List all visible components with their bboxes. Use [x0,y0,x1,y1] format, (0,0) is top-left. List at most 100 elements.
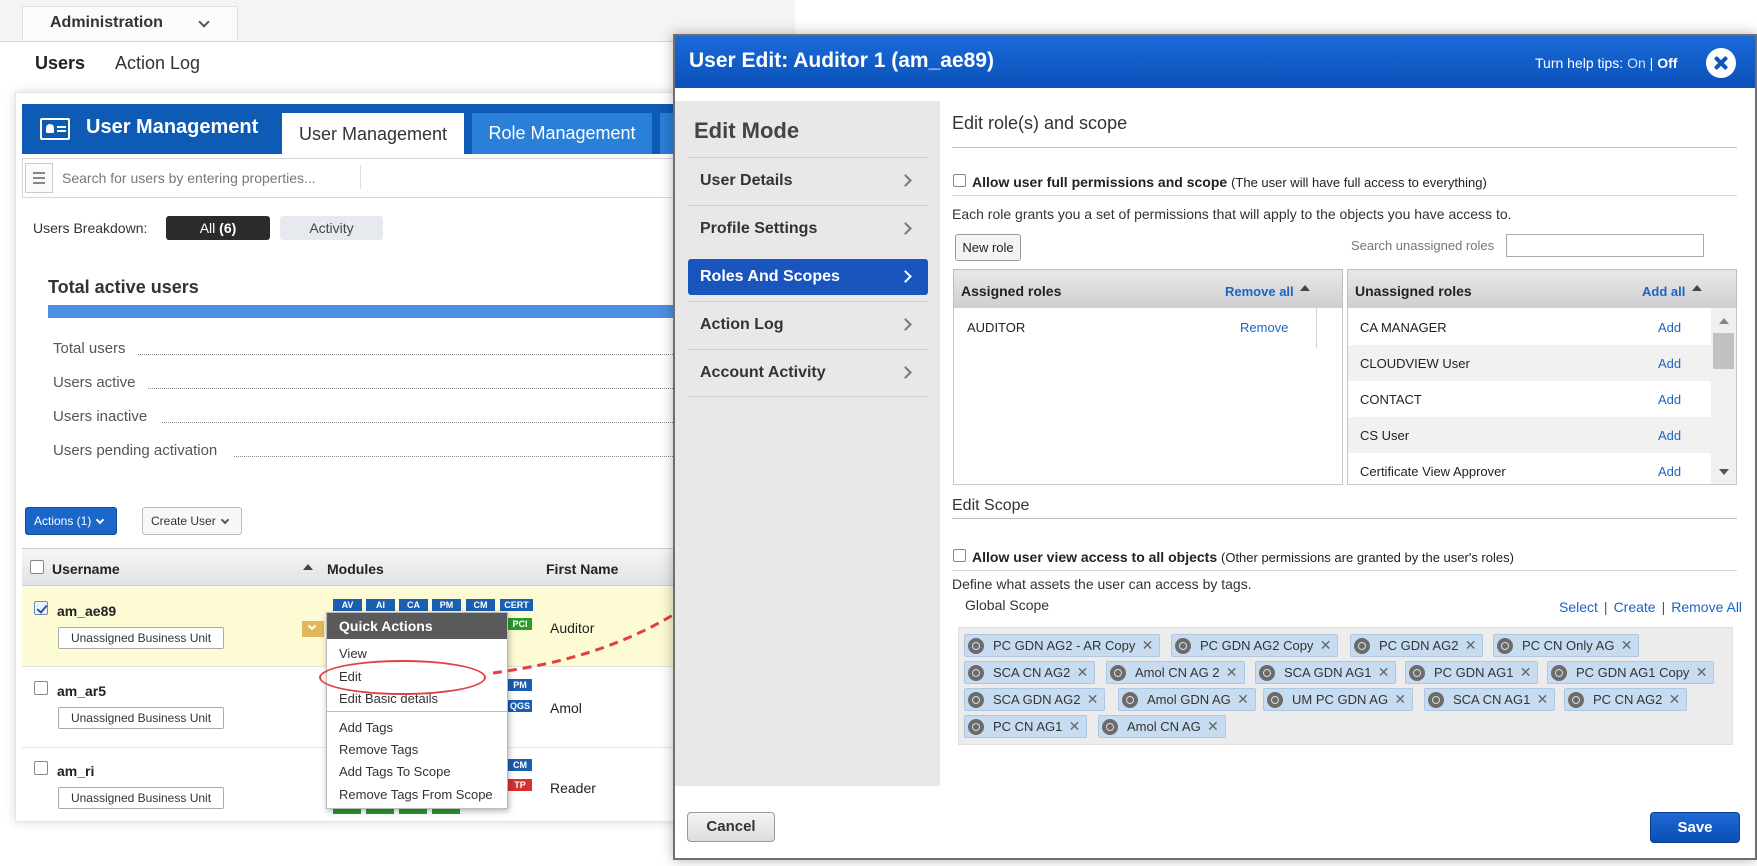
row-checkbox[interactable] [34,761,48,775]
quick-actions-toggle[interactable] [302,621,324,637]
add-role-link[interactable]: Add [1658,392,1681,407]
create-user-button[interactable]: Create User [142,507,242,535]
save-button[interactable]: Save [1650,812,1740,843]
new-role-button[interactable]: New role [955,234,1021,261]
scope-tag[interactable]: SCA GDN AG2 ✕ [964,688,1106,711]
tab-user-management[interactable]: User Management [282,113,464,155]
tag-icon [1497,638,1513,654]
scope-remove-all-link[interactable]: Remove All [1671,599,1742,615]
actions-button[interactable]: Actions (1) [25,507,117,535]
scope-tag[interactable]: PC CN AG2 ✕ [1564,688,1688,711]
scroll-thumb[interactable] [1713,333,1734,369]
add-role-link[interactable]: Add [1658,464,1681,479]
scope-tag[interactable]: PC CN AG1 ✕ [964,715,1088,738]
add-role-link[interactable]: Add [1658,320,1681,335]
view-all-checkbox[interactable] [953,549,966,562]
remove-tag-icon[interactable]: ✕ [1207,716,1219,737]
help-tips-off[interactable]: Off [1657,55,1677,71]
stat-leader [234,456,715,457]
remove-tag-icon[interactable]: ✕ [1696,662,1708,683]
remove-tag-icon[interactable]: ✕ [1077,662,1089,683]
remove-tag-icon[interactable]: ✕ [1465,635,1477,656]
scope-tag[interactable]: PC GDN AG1 Copy ✕ [1547,661,1715,684]
edit-mode-title: Edit Mode [694,118,800,143]
remove-tag-icon[interactable]: ✕ [1621,635,1633,656]
scope-tag[interactable]: PC GDN AG2 - AR Copy ✕ [964,634,1161,657]
menu-item-remove-tags-scope[interactable]: Remove Tags From Scope [339,787,493,802]
sidebar-item-action-log[interactable]: Action Log [688,301,928,349]
remove-tag-icon[interactable]: ✕ [1378,662,1390,683]
row-checkbox[interactable] [34,681,48,695]
view-all-label: Allow user view access to all objects (O… [972,549,1514,565]
section-divider [952,518,1737,519]
section-divider [952,195,1737,196]
col-modules[interactable]: Modules [327,561,384,577]
remove-tag-icon[interactable]: ✕ [1320,635,1332,656]
list-icon[interactable] [25,163,53,193]
cancel-button[interactable]: Cancel [687,812,775,842]
remove-all-roles-link[interactable]: Remove all [1225,284,1294,299]
add-role-link[interactable]: Add [1658,428,1681,443]
remove-tag-icon[interactable]: ✕ [1237,689,1249,710]
scope-tag[interactable]: SCA CN AG2 ✕ [964,661,1096,684]
scroll-up-icon[interactable] [1719,318,1729,324]
tag-icon [968,719,984,735]
sidebar-item-account-activity[interactable]: Account Activity [688,349,928,397]
tab-role-management[interactable]: Role Management [472,113,652,154]
menu-item-remove-tags[interactable]: Remove Tags [339,742,418,757]
row-username[interactable]: am_ri [57,763,94,779]
remove-tag-icon[interactable]: ✕ [1394,689,1406,710]
remove-tag-icon[interactable]: ✕ [1069,716,1081,737]
breakdown-all-pill[interactable]: All (6) [166,216,270,240]
select-all-checkbox[interactable] [30,560,44,574]
help-tips-on[interactable]: On [1627,55,1646,71]
scope-create-link[interactable]: Create [1614,599,1656,615]
tag-icon [1259,665,1275,681]
menu-item-add-tags-scope[interactable]: Add Tags To Scope [339,764,451,779]
nav-action-log[interactable]: Action Log [115,53,200,74]
remove-tag-icon[interactable]: ✕ [1669,689,1681,710]
scroll-down-icon[interactable] [1719,469,1729,475]
add-role-link[interactable]: Add [1658,356,1681,371]
scope-tag[interactable]: PC GDN AG1 ✕ [1405,661,1539,684]
scope-tag[interactable]: PC GDN AG2 Copy ✕ [1171,634,1339,657]
chevron-right-icon [899,270,912,283]
remove-tag-icon[interactable]: ✕ [1226,662,1238,683]
remove-role-link[interactable]: Remove [1240,320,1288,335]
sort-asc-icon[interactable] [1692,285,1702,291]
search-unassigned-input[interactable] [1506,234,1704,257]
scope-tag[interactable]: Amol CN AG 2 ✕ [1106,661,1245,684]
full-permissions-checkbox[interactable] [953,174,966,187]
remove-tag-icon[interactable]: ✕ [1520,662,1532,683]
nav-users[interactable]: Users [35,53,85,74]
sidebar-item-user-details[interactable]: User Details [688,157,928,205]
scope-select-link[interactable]: Select [1559,599,1598,615]
sort-asc-icon[interactable] [303,564,313,570]
admin-title[interactable]: Administration [50,14,163,32]
menu-item-add-tags[interactable]: Add Tags [339,720,393,735]
scope-actions: Select | Create | Remove All [1559,599,1743,615]
col-username[interactable]: Username [52,561,120,577]
sidebar-item-roles-scopes[interactable]: Roles And Scopes [688,259,928,295]
user-search-input[interactable]: Search for users by entering properties.… [62,170,316,186]
scope-tag[interactable]: PC GDN AG2 ✕ [1350,634,1484,657]
scope-tag[interactable]: Amol CN AG ✕ [1098,715,1226,738]
add-all-roles-link[interactable]: Add all [1642,284,1685,299]
sidebar-item-profile-settings[interactable]: Profile Settings [688,205,928,253]
help-tips-toggle[interactable]: Turn help tips: On | Off [1535,55,1677,71]
menu-item-view[interactable]: View [339,646,367,661]
scope-tag[interactable]: PC CN Only AG ✕ [1493,634,1640,657]
remove-tag-icon[interactable]: ✕ [1087,689,1099,710]
sort-asc-icon[interactable] [1300,285,1310,291]
remove-tag-icon[interactable]: ✕ [1537,689,1549,710]
scope-tag[interactable]: UM PC GDN AG ✕ [1263,688,1414,711]
row-username[interactable]: am_ae89 [57,603,116,619]
row-checkbox[interactable] [34,601,48,615]
remove-tag-icon[interactable]: ✕ [1142,635,1154,656]
breakdown-activity-pill[interactable]: Activity [280,216,383,240]
close-icon[interactable] [1706,48,1736,78]
scope-tag[interactable]: SCA GDN AG1 ✕ [1255,661,1397,684]
row-username[interactable]: am_ar5 [57,683,106,699]
scope-tag[interactable]: SCA CN AG1 ✕ [1424,688,1556,711]
scope-tag[interactable]: Amol GDN AG ✕ [1118,688,1256,711]
